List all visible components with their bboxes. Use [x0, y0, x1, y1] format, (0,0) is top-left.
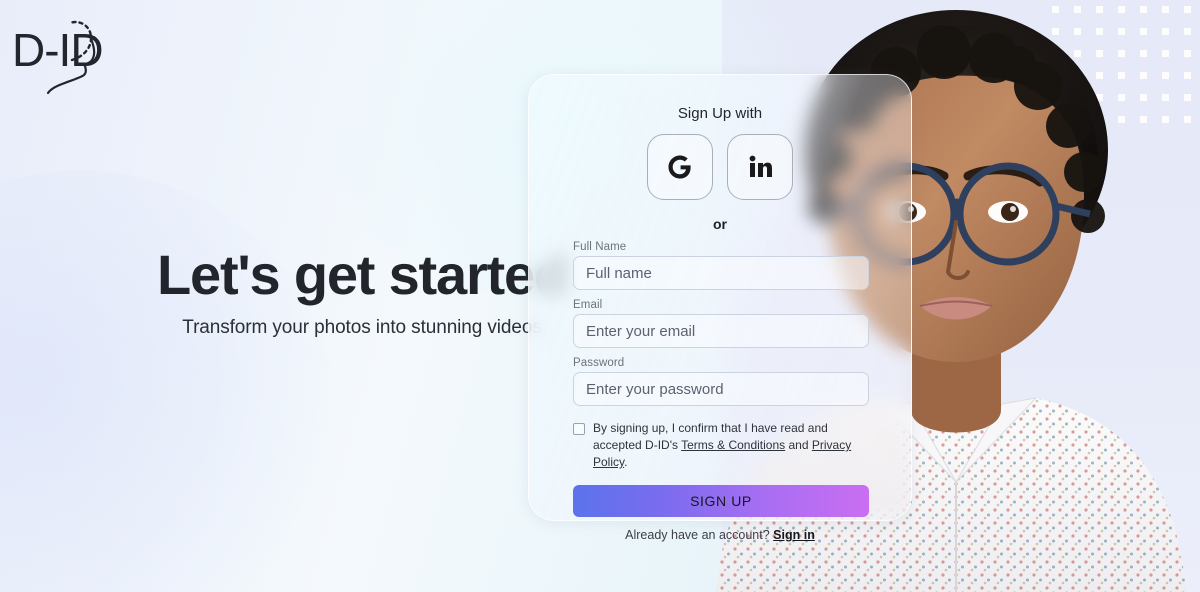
terms-agreement-row: By signing up, I confirm that I have rea… [573, 420, 867, 471]
signup-card: Sign Up with or Full Name Full name Emai… [528, 74, 912, 542]
sign-in-link[interactable]: Sign in [773, 528, 815, 542]
email-field-group: Email [573, 299, 869, 348]
full-name-label: Full Name [573, 241, 627, 253]
email-input[interactable] [573, 314, 869, 348]
password-input[interactable] [573, 372, 869, 406]
terms-middle: and [785, 438, 812, 453]
terms-text: By signing up, I confirm that I have rea… [593, 420, 867, 471]
social-buttons-row [573, 134, 867, 200]
signup-page: D-ID Let's get started Transform your ph… [0, 0, 1200, 592]
google-signup-button[interactable] [647, 134, 713, 200]
or-divider: or [713, 216, 727, 232]
google-g-icon [664, 151, 696, 183]
sign-up-button[interactable]: SIGN UP [573, 485, 869, 518]
password-label: Password [573, 357, 625, 369]
terms-and-conditions-link[interactable]: Terms & Conditions [681, 438, 785, 452]
email-label: Email [573, 299, 603, 311]
terms-suffix: . [624, 455, 628, 470]
terms-checkbox[interactable] [573, 423, 585, 435]
linkedin-in-icon [745, 152, 775, 182]
full-name-input[interactable] [573, 256, 869, 290]
d-id-logo[interactable]: D-ID [10, 14, 120, 100]
linkedin-signup-button[interactable] [727, 134, 793, 200]
sign-in-prompt: Already have an account? [625, 528, 770, 543]
full-name-field-group: Full Name [573, 241, 869, 290]
password-field-group: Password [573, 357, 869, 406]
sign-in-prompt-row: Already have an account? Sign in [573, 528, 867, 542]
social-signup-heading: Sign Up with [677, 105, 763, 122]
